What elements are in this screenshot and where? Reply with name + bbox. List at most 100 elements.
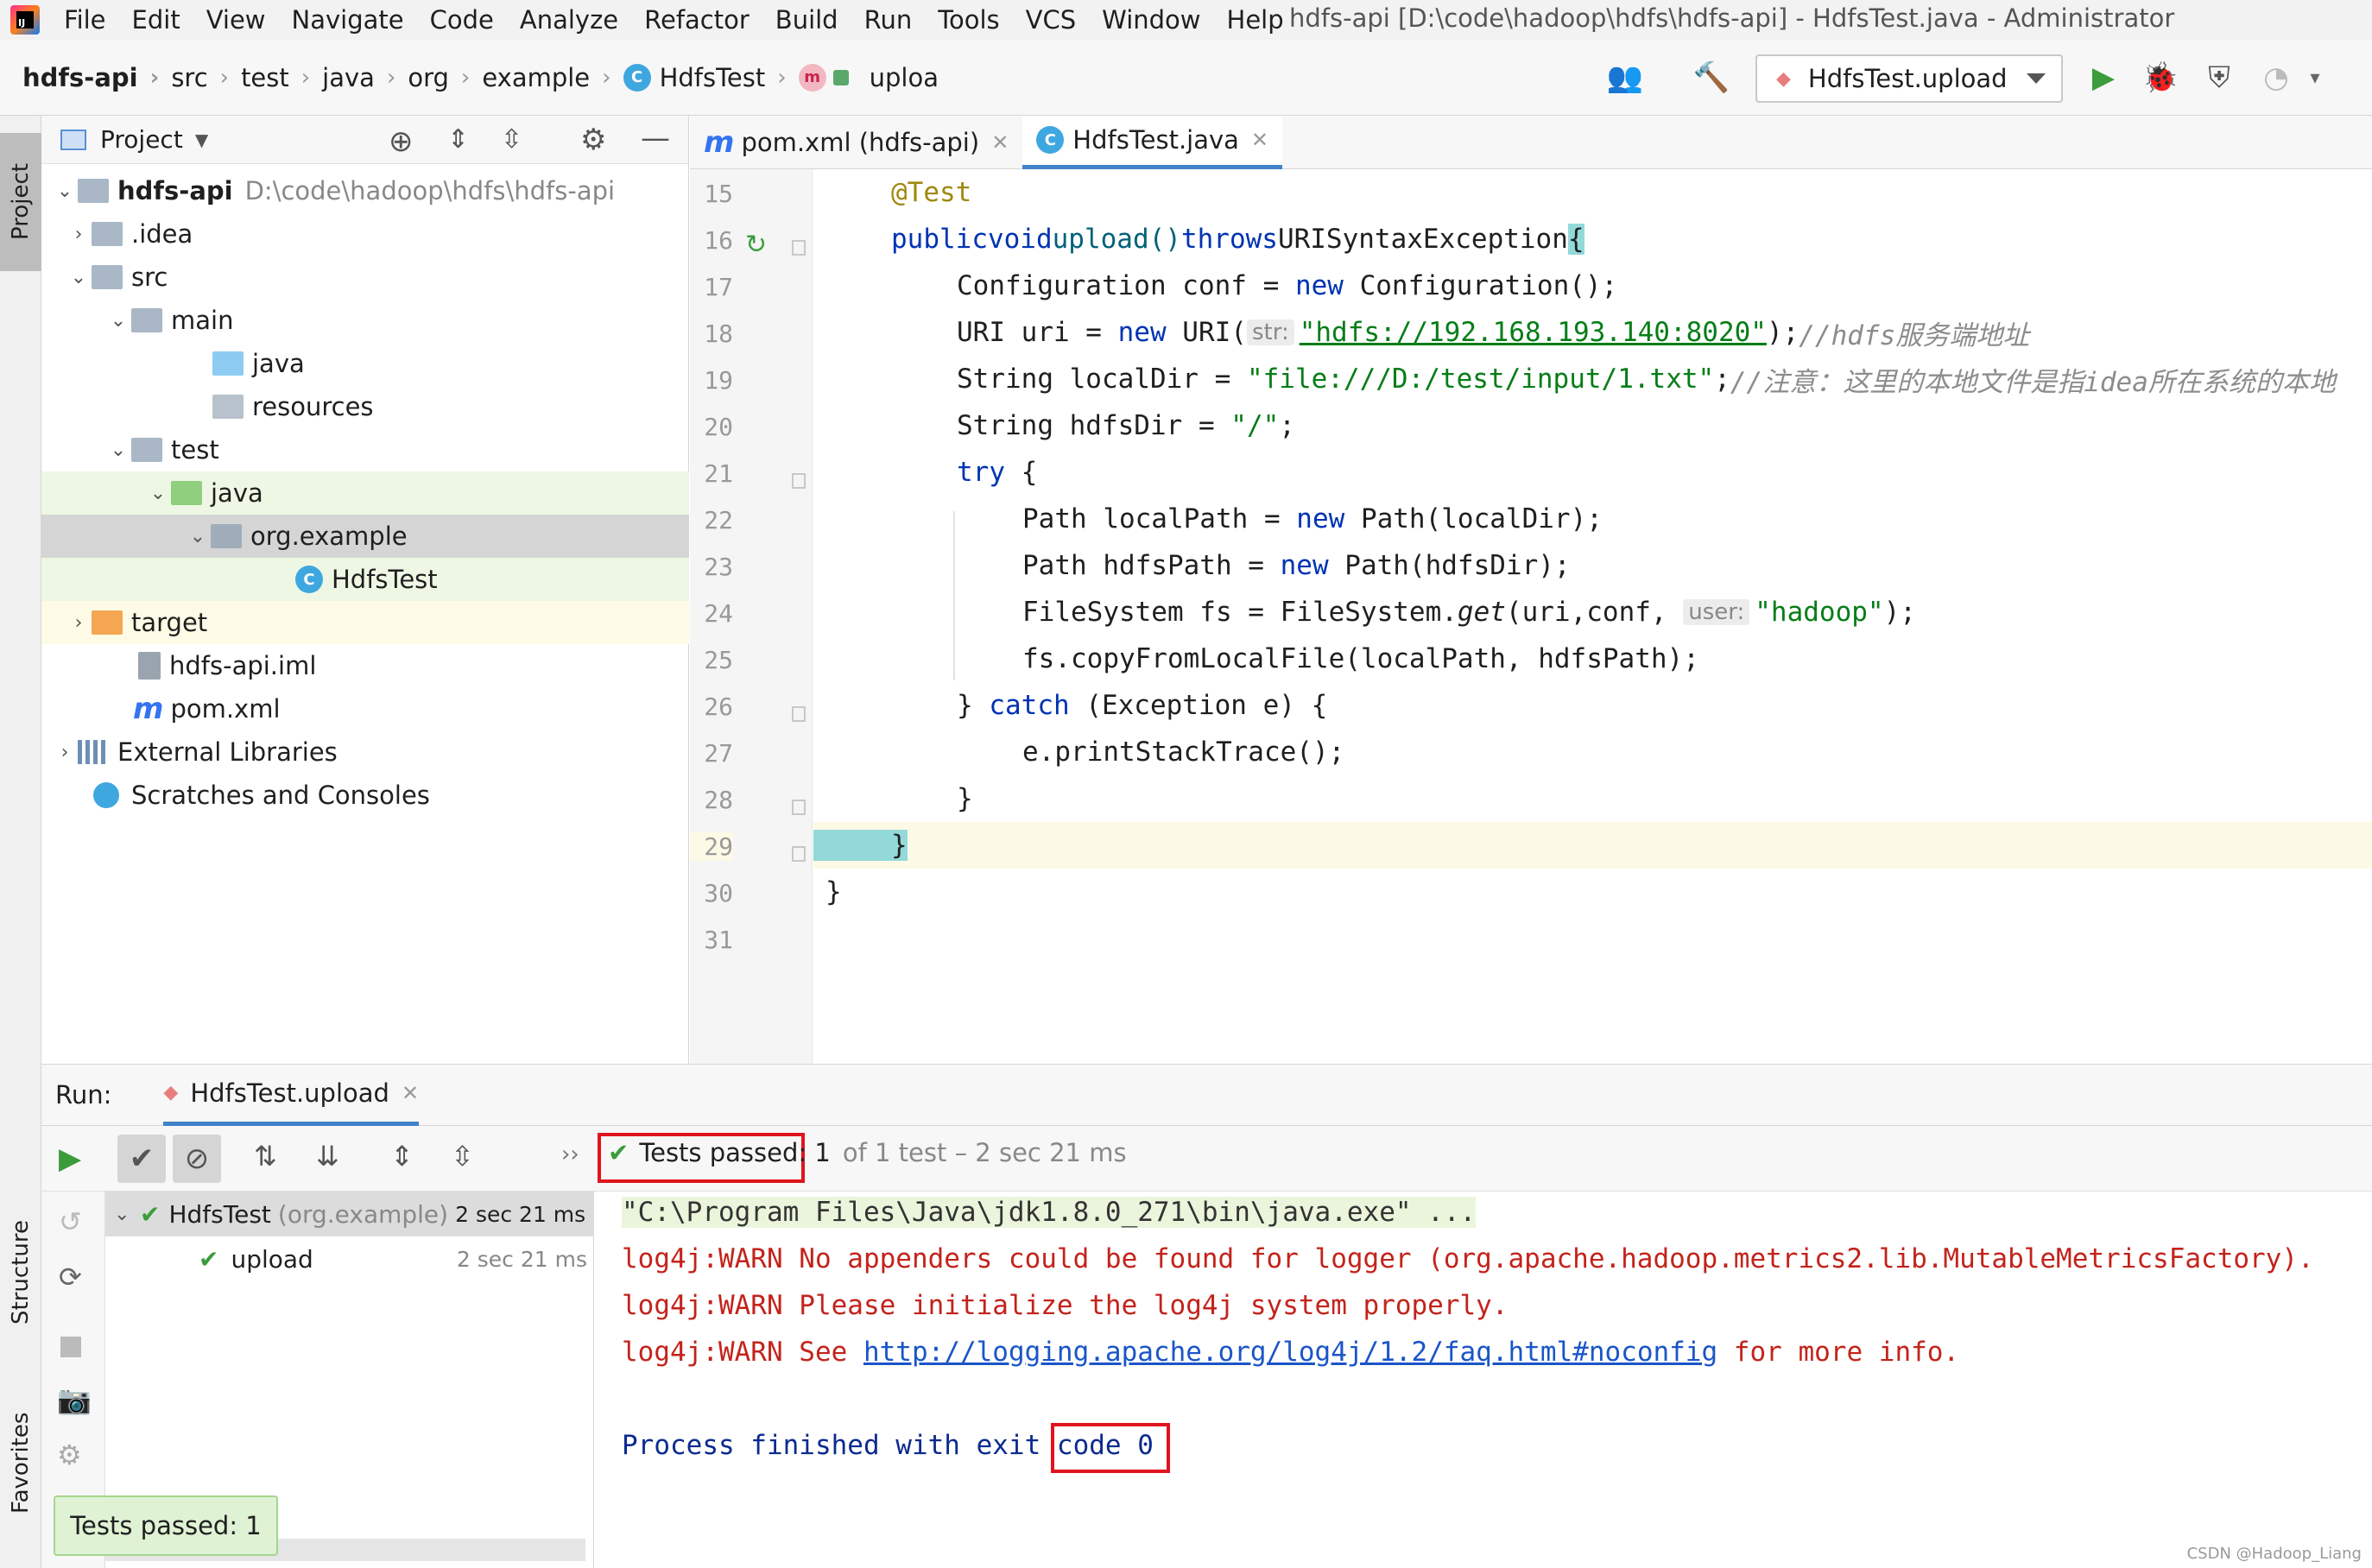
menu-tools[interactable]: Tools [938, 5, 999, 35]
run-test-gutter-icon[interactable]: ↻ [745, 230, 767, 260]
show-ignored-toggle[interactable]: ⊘ [173, 1135, 221, 1183]
tree-item-external-libraries[interactable]: › External Libraries [41, 730, 689, 774]
profile-icon[interactable]: ◔ [2255, 55, 2297, 100]
chevron-down-icon[interactable]: ⌄ [105, 310, 131, 332]
expand-all-icon[interactable]: ⇕ [447, 124, 469, 155]
run-tab-hdfstest-upload[interactable]: ◆ HdfsTest.upload ✕ [163, 1064, 420, 1126]
tree-item-main[interactable]: ⌄ main [41, 299, 689, 342]
close-icon[interactable]: ✕ [402, 1081, 419, 1105]
tree-item-test-java[interactable]: ⌄ java [41, 471, 689, 515]
rerun-failed-icon[interactable]: ↺ [59, 1205, 82, 1238]
menu-vcs[interactable]: VCS [1026, 5, 1077, 35]
close-icon[interactable]: ✕ [991, 130, 1009, 155]
hide-panel-icon[interactable]: — [641, 121, 670, 155]
breadcrumb-test[interactable]: test › [241, 63, 322, 92]
structure-tool-tab[interactable]: Structure [0, 1186, 41, 1359]
chevron-right-icon[interactable]: › [66, 612, 92, 634]
tree-item-main-java[interactable]: java [41, 342, 689, 385]
breadcrumb-org[interactable]: org › [408, 63, 482, 92]
chevron-down-icon[interactable]: ⌄ [145, 483, 171, 504]
menu-navigate[interactable]: Navigate [292, 5, 404, 35]
toggle-auto-test-icon[interactable]: ⟳ [59, 1261, 82, 1293]
debug-icon[interactable]: 🐞 [2140, 55, 2181, 100]
breadcrumb-java[interactable]: java › [322, 63, 408, 92]
rerun-icon[interactable]: ▶ [59, 1141, 81, 1176]
chevron-down-icon[interactable]: ⌄ [66, 267, 92, 288]
chevron-down-icon[interactable]: ⌄ [114, 1204, 140, 1225]
breadcrumb-src[interactable]: src › [171, 63, 241, 92]
tree-item-scratches[interactable]: Scratches and Consoles [41, 774, 689, 817]
chevron-down-icon[interactable]: ⌄ [185, 526, 211, 547]
menu-refactor[interactable]: Refactor [644, 5, 750, 35]
collapse-all-icon[interactable]: ⇳ [501, 124, 522, 155]
line-number: 17 [704, 273, 733, 301]
tab-pom-xml[interactable]: m pom.xml (hdfs-api) ✕ [690, 116, 1022, 169]
menu-file[interactable]: File [64, 5, 106, 35]
stop-icon[interactable] [60, 1337, 81, 1357]
expand-all-icon[interactable]: ⇕ [390, 1140, 414, 1173]
tree-item-org-example[interactable]: ⌄ org.example [41, 515, 689, 558]
camera-icon[interactable]: 📷 [57, 1383, 92, 1416]
gear-icon[interactable]: ⚙ [580, 123, 606, 157]
menu-analyze[interactable]: Analyze [520, 5, 618, 35]
test-case-row[interactable]: ✔ upload 2 sec 21 ms [105, 1236, 594, 1281]
run-config-selector[interactable]: ◆ HdfsTest.upload [1755, 54, 2063, 103]
tree-item-target[interactable]: › target [41, 601, 689, 644]
chevron-down-icon[interactable]: ⌄ [52, 180, 78, 202]
menu-build[interactable]: Build [775, 5, 838, 35]
editor-tabs: m pom.xml (hdfs-api) ✕ C HdfsTest.java ✕ [690, 115, 2372, 169]
menu-edit[interactable]: Edit [132, 5, 180, 35]
menu-help[interactable]: Help [1227, 5, 1284, 35]
close-icon[interactable]: ✕ [1251, 128, 1268, 152]
menu-view[interactable]: View [206, 5, 266, 35]
menu-window[interactable]: Window [1102, 5, 1200, 35]
run-label: Run: [55, 1080, 112, 1110]
sort-by-duration-icon[interactable]: ⇊ [316, 1140, 339, 1173]
sort-alphabetically-icon[interactable]: ⇅ [254, 1140, 277, 1173]
code-line: String localDir = "file:///D:/test/input… [957, 364, 2336, 398]
tree-item-test[interactable]: ⌄ test [41, 428, 689, 471]
coverage-icon[interactable]: ⛨ [2198, 55, 2240, 100]
collapse-all-icon[interactable]: ⇳ [451, 1140, 474, 1173]
code-editor[interactable]: @Test public void upload() throws URISyn… [813, 169, 2372, 1064]
menu-run[interactable]: Run [864, 5, 913, 35]
settings-icon[interactable]: ⚙ [57, 1438, 82, 1471]
chevron-right-icon[interactable]: › [52, 742, 78, 763]
fold-icon[interactable] [792, 240, 806, 256]
chevron-down-icon[interactable]: ▼ [195, 130, 208, 150]
test-suite-row[interactable]: ⌄ ✔ HdfsTest (org.example) 2 sec 21 ms [105, 1192, 594, 1236]
fold-icon[interactable] [792, 473, 806, 489]
menu-code[interactable]: Code [430, 5, 494, 35]
breadcrumb-method[interactable]: m uploa [798, 63, 939, 92]
fold-icon[interactable] [792, 800, 806, 815]
tests-passed-toast[interactable]: Tests passed: 1 [54, 1495, 278, 1556]
chevron-right-icon[interactable]: › [66, 224, 92, 245]
run-icon[interactable]: ▶ [2083, 55, 2124, 100]
console-output[interactable]: "C:\Program Files\Java\jdk1.8.0_271\bin\… [596, 1192, 2372, 1568]
breadcrumb-example[interactable]: example › [482, 63, 623, 92]
locate-file-icon[interactable]: ⊕ [389, 124, 414, 159]
tree-item-idea[interactable]: › .idea [41, 212, 689, 256]
more-chevron-icon[interactable]: ▾ [2300, 55, 2330, 100]
user-icon[interactable]: 👥 [1599, 55, 1651, 100]
more-chevron-icon[interactable]: ›› [561, 1141, 579, 1167]
show-passed-toggle[interactable]: ✔ [117, 1135, 166, 1183]
console-warning: log4j:WARN No appenders could be found f… [622, 1243, 2314, 1274]
tree-item-iml[interactable]: hdfs-api.iml [41, 644, 689, 687]
favorites-tool-tab[interactable]: Favorites [0, 1385, 41, 1540]
chevron-down-icon[interactable]: ⌄ [105, 439, 131, 461]
log4j-faq-link[interactable]: http://logging.apache.org/log4j/1.2/faq.… [863, 1337, 1717, 1368]
breadcrumb-class[interactable]: C HdfsTest › [623, 63, 799, 92]
breadcrumb-project[interactable]: hdfs-api › [22, 63, 171, 92]
tab-hdfstest-java[interactable]: C HdfsTest.java ✕ [1022, 115, 1283, 169]
project-tool-tab[interactable]: Project [0, 133, 41, 271]
tree-item-hdfstest[interactable]: C HdfsTest [41, 558, 689, 601]
build-hammer-icon[interactable]: 🔨 [1691, 55, 1732, 100]
tree-item-hdfs-api[interactable]: ⌄ hdfs-api D:\code\hadoop\hdfs\hdfs-api [41, 169, 689, 212]
fold-icon[interactable] [792, 706, 806, 722]
project-view-selector[interactable]: Project [100, 125, 183, 154]
tree-item-pom[interactable]: m pom.xml [41, 687, 689, 730]
tree-item-src[interactable]: ⌄ src [41, 256, 689, 299]
fold-icon[interactable] [792, 846, 806, 862]
tree-item-resources[interactable]: resources [41, 385, 689, 428]
